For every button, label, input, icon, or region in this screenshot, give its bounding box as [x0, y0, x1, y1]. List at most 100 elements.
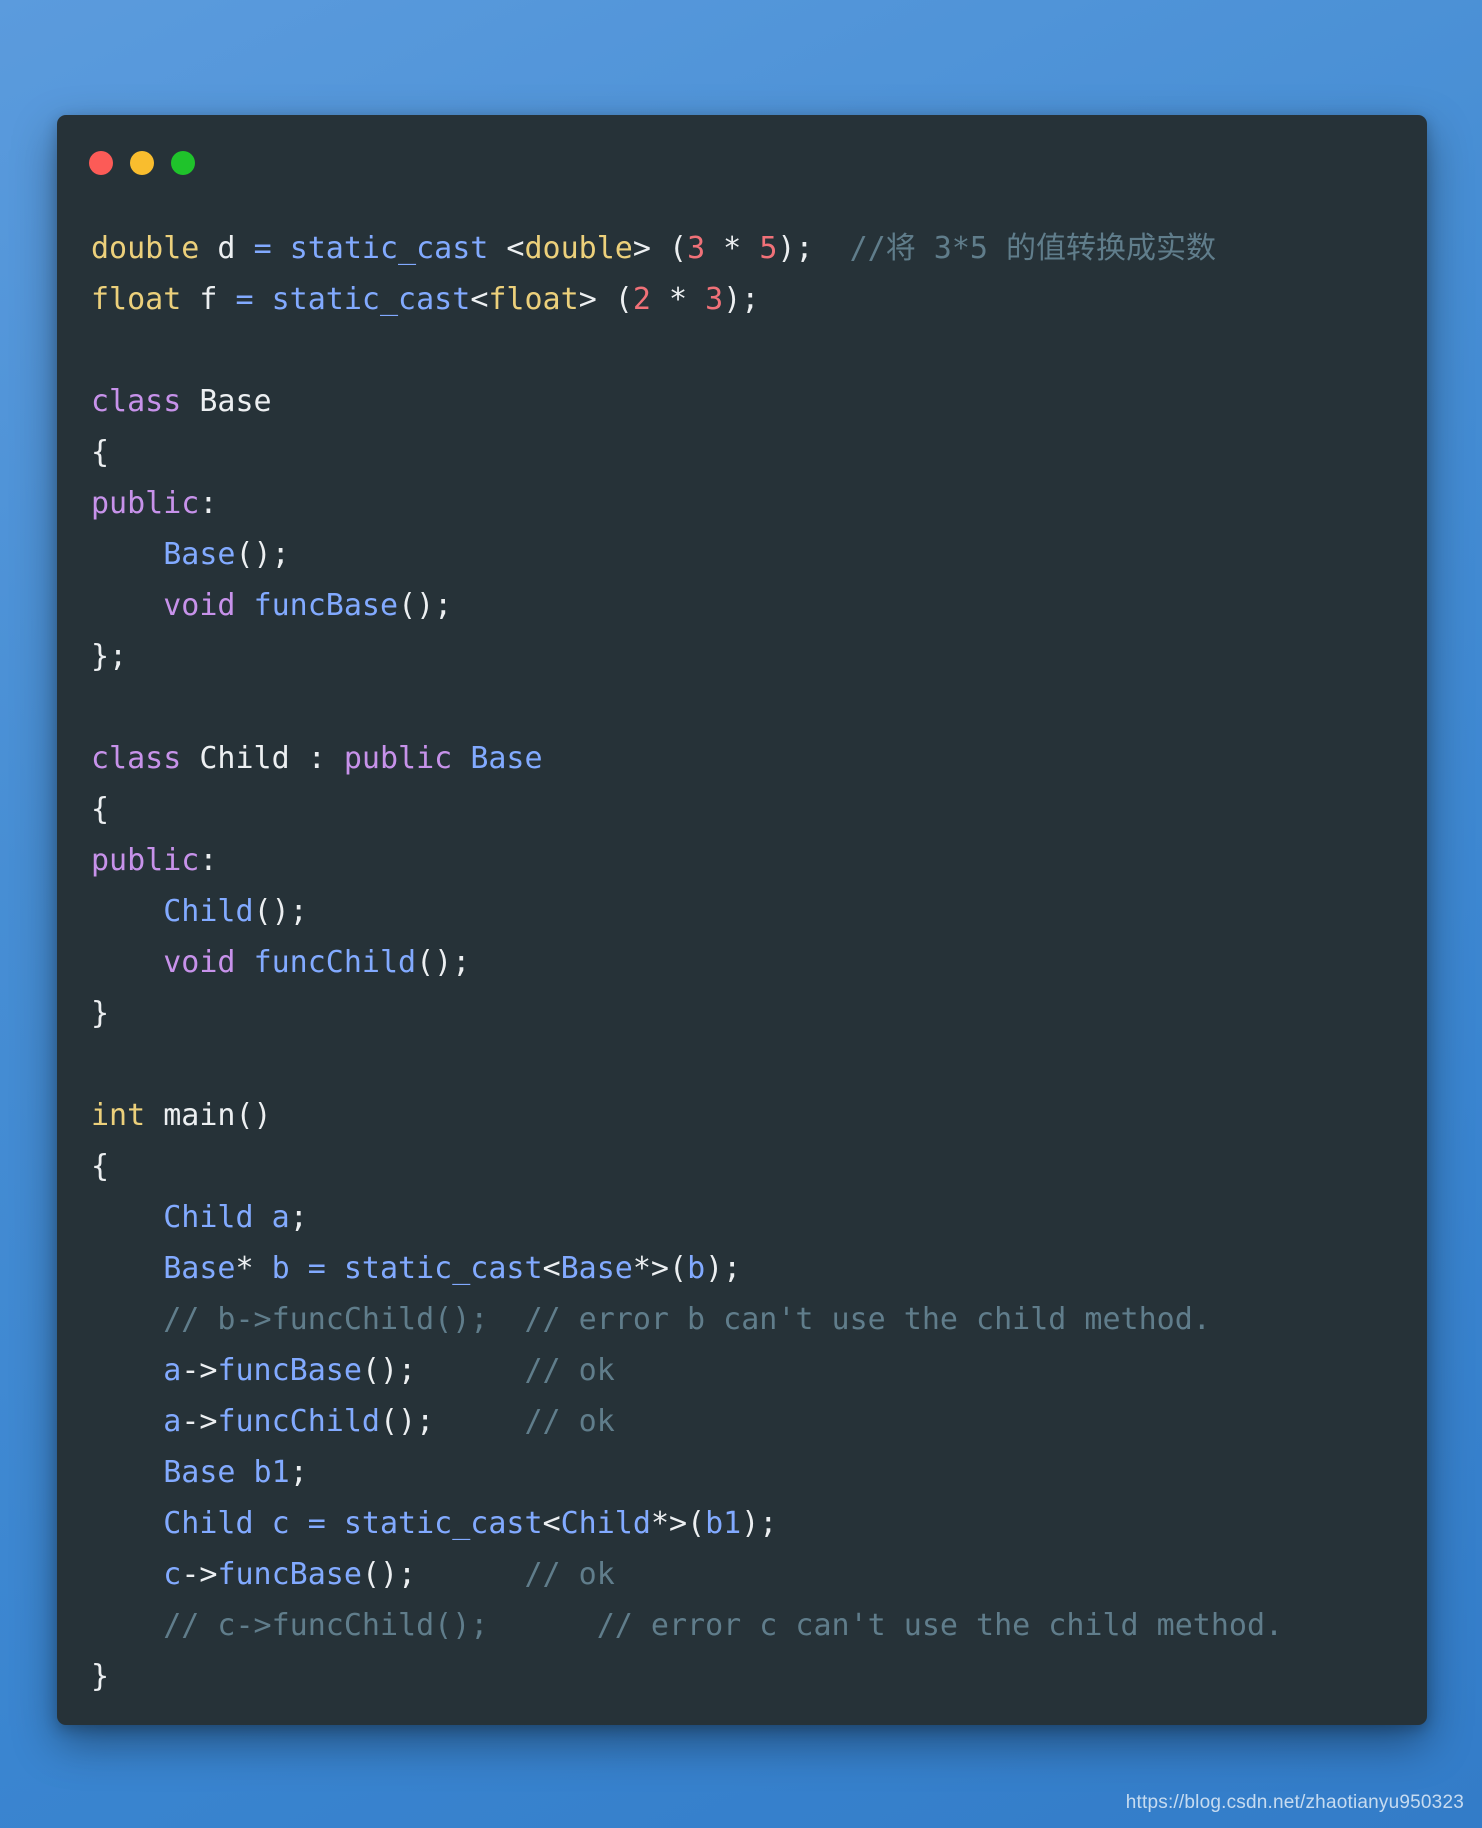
close-button[interactable] — [89, 151, 113, 175]
code-token: { — [91, 792, 110, 827]
code-token: public — [91, 486, 200, 521]
code-line: } — [91, 996, 109, 1031]
code-token: }; — [91, 639, 128, 674]
maximize-button[interactable] — [171, 151, 195, 175]
code-token: b1 — [705, 1506, 742, 1541]
code-token: int — [91, 1098, 146, 1133]
code-line: Child c = static_cast<Child*>(b1); — [91, 1506, 777, 1541]
code-line: double d = static_cast <double> (3 * 5);… — [91, 231, 1216, 266]
code-line: public: — [91, 843, 217, 878]
code-token: funcChild — [253, 945, 417, 980]
code-token: ; — [289, 1200, 308, 1235]
code-area[interactable]: double d = static_cast <double> (3 * 5);… — [57, 187, 1427, 1702]
code-token: Child — [560, 1506, 651, 1541]
code-token: public — [343, 741, 453, 776]
code-line: Base b1; — [91, 1455, 308, 1490]
code-token: Base — [470, 741, 543, 776]
code-token: static_cast — [343, 1251, 543, 1286]
code-token: Child — [163, 894, 254, 929]
code-line: int main() — [91, 1098, 272, 1133]
code-token: //将 3*5 的值转换成实数 — [849, 231, 1217, 266]
code-token: = — [253, 231, 272, 266]
code-token: } — [91, 1659, 110, 1694]
code-token: class — [91, 384, 182, 419]
code-token: funcBase — [217, 1557, 362, 1592]
code-token: (); — [361, 1557, 417, 1592]
code-token: 2 — [632, 282, 651, 317]
code-token: 5 — [759, 231, 778, 266]
code-line: c->funcBase(); // ok — [91, 1557, 615, 1592]
code-token: (); — [416, 945, 471, 980]
code-token: Base — [560, 1251, 633, 1286]
code-token: float — [488, 282, 579, 317]
code-token: (); — [253, 894, 308, 929]
code-token: void — [163, 588, 236, 623]
code-token: main() — [145, 1098, 272, 1133]
code-token: Child — [163, 1506, 254, 1541]
code-token: f — [181, 282, 236, 317]
code-token: Base — [163, 537, 236, 572]
code-line: } — [91, 1659, 109, 1694]
code-token: Child — [163, 1200, 254, 1235]
code-token: < — [542, 1251, 561, 1286]
code-token: (); — [398, 588, 453, 623]
code-token: funcChild — [217, 1404, 380, 1439]
window-titlebar — [57, 115, 1427, 187]
code-line: void funcBase(); — [91, 588, 452, 623]
code-token: 3 — [687, 231, 706, 266]
code-token: * — [705, 231, 760, 266]
code-block[interactable]: double d = static_cast <double> (3 * 5);… — [91, 223, 1393, 1702]
code-token: = — [307, 1251, 344, 1286]
code-line: class Base — [91, 384, 272, 419]
code-token: double — [524, 231, 633, 266]
code-token: } — [91, 996, 110, 1031]
code-token: (); — [235, 537, 290, 572]
code-token: ); — [705, 1251, 742, 1286]
minimize-button[interactable] — [130, 151, 154, 175]
code-token: Base — [181, 384, 272, 419]
code-token: b1 — [235, 1455, 290, 1490]
code-line: class Child : public Base — [91, 741, 543, 776]
code-token: (); — [380, 1404, 435, 1439]
code-token: : — [199, 843, 218, 878]
code-token: Base — [163, 1251, 236, 1286]
code-line: public: — [91, 486, 217, 521]
code-token: { — [91, 1149, 110, 1184]
code-line: { — [91, 1149, 109, 1184]
code-token: -> — [181, 1404, 218, 1439]
code-token: static_cast — [289, 231, 489, 266]
code-line: Child(); — [91, 894, 308, 929]
code-token: funcBase — [217, 1353, 362, 1388]
code-token: // ok — [524, 1557, 615, 1592]
code-token: = — [235, 282, 254, 317]
code-token: > ( — [578, 282, 633, 317]
code-token: -> — [181, 1353, 218, 1388]
code-token: ); — [777, 231, 850, 266]
code-line: }; — [91, 639, 127, 674]
code-token: ); — [723, 282, 760, 317]
code-token: void — [163, 945, 236, 980]
code-token: // c->funcChild(); // error c can't use … — [91, 1608, 1284, 1643]
code-line: Child a; — [91, 1200, 308, 1235]
code-token: static_cast — [271, 282, 471, 317]
code-token: : — [199, 486, 218, 521]
code-line: Base(); — [91, 537, 290, 572]
watermark: https://blog.csdn.net/zhaotianyu950323 — [1125, 1792, 1464, 1813]
code-token: // ok — [524, 1353, 615, 1388]
code-token: b — [687, 1251, 706, 1286]
code-token: (); — [361, 1353, 417, 1388]
code-token: = — [307, 1506, 344, 1541]
code-token: public — [91, 843, 200, 878]
